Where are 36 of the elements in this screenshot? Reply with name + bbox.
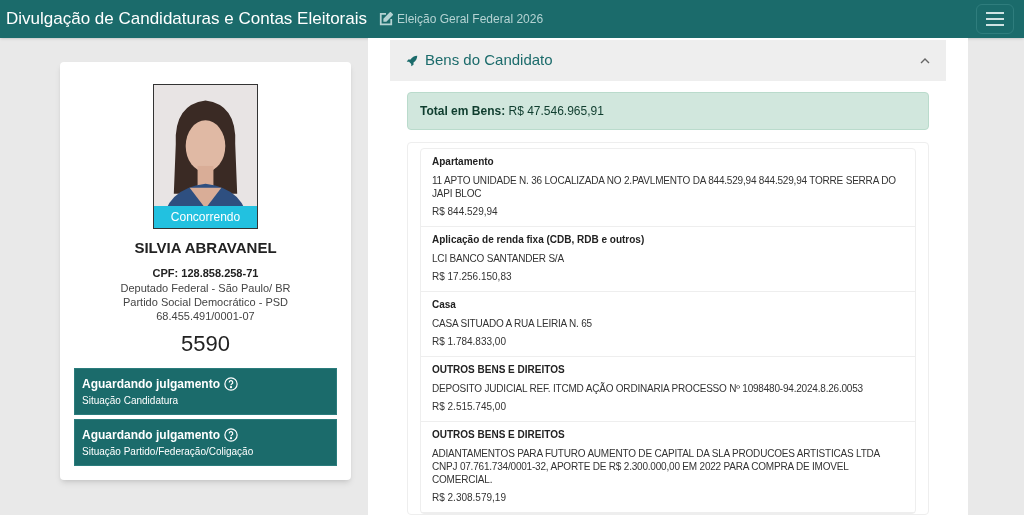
help-icon[interactable] xyxy=(224,377,238,391)
asset-description: 11 APTO UNIDADE N. 36 LOCALIZADA NO 2.PAVLMENTO DA 844.529,94 844.529,94 TORRE SERRA DO JAPI BLOC xyxy=(432,174,897,200)
asset-description: LCI BANCO SANTANDER S/A xyxy=(432,252,565,265)
situation-label: Situação Partido/Federação/Coligação xyxy=(82,445,255,459)
help-icon[interactable] xyxy=(224,428,238,442)
candidate-number: 5590 xyxy=(181,330,230,358)
cnpj-text: 68.455.491/0001-07 xyxy=(156,309,255,323)
asset-description: ADIANTAMENTOS PARA FUTURO AUMENTO DE CAPITAL DA SLA PRODUCOES ARTISTICAS LTDA CNPJ 07.761.734/0001-32, APORTE DE R$ 2.300.000,00 EM 2022 PARA COMPRA DE IMOVEL COMERCIAL. xyxy=(432,447,881,486)
asset-type: OUTROS BENS E DIREITOS xyxy=(432,429,566,441)
section-title: Bens do Candidato xyxy=(425,50,553,71)
party-text: Partido Social Democrático - PSD xyxy=(122,295,289,309)
situation-status: Aguardando julgamento xyxy=(82,427,220,444)
asset-type: Casa xyxy=(432,299,457,311)
situation-label: Situação Candidatura xyxy=(82,394,180,408)
asset-value: R$ 844.529,94 xyxy=(432,206,499,218)
office-text: Deputado Federal - São Paulo/ BR xyxy=(120,281,291,295)
app-title: Divulgação de Candidaturas e Contas Eleitorais xyxy=(6,8,367,31)
edit-icon xyxy=(379,12,393,26)
asset-value: R$ 17.256.150,83 xyxy=(432,271,513,283)
situation-status: Aguardando julgamento xyxy=(82,376,220,393)
asset-type: Aplicação de renda fixa (CDB, RDB e outros) xyxy=(432,234,646,246)
asset-value: R$ 2.308.579,19 xyxy=(432,492,507,504)
asset-value: R$ 1.784.833,00 xyxy=(432,336,507,348)
total-text: Total em Bens: R$ 47.546.965,91 xyxy=(420,103,604,120)
election-name: Eleição Geral Federal 2026 xyxy=(397,11,544,28)
rocket-icon xyxy=(406,54,418,67)
accordion-header[interactable]: Bens do Candidato xyxy=(390,40,946,81)
status-badge: Concorrendo xyxy=(154,206,257,228)
cpf-text: CPF: 128.858.258-71 xyxy=(152,265,259,281)
asset-type: OUTROS BENS E DIREITOS xyxy=(432,364,566,376)
asset-description: CASA SITUADO A RUA LEIRIA N. 65 xyxy=(432,317,593,330)
candidate-name: SILVIA ABRAVANEL xyxy=(134,238,277,258)
asset-value: R$ 2.515.745,00 xyxy=(432,401,507,413)
asset-description: DEPOSITO JUDICIAL REF. ITCMD AÇÃO ORDINARIA PROCESSO Nº 1098480-94.2024.8.26.0053 xyxy=(432,382,864,395)
asset-type: Apartamento xyxy=(432,156,495,168)
menu-button[interactable] xyxy=(976,4,1014,34)
